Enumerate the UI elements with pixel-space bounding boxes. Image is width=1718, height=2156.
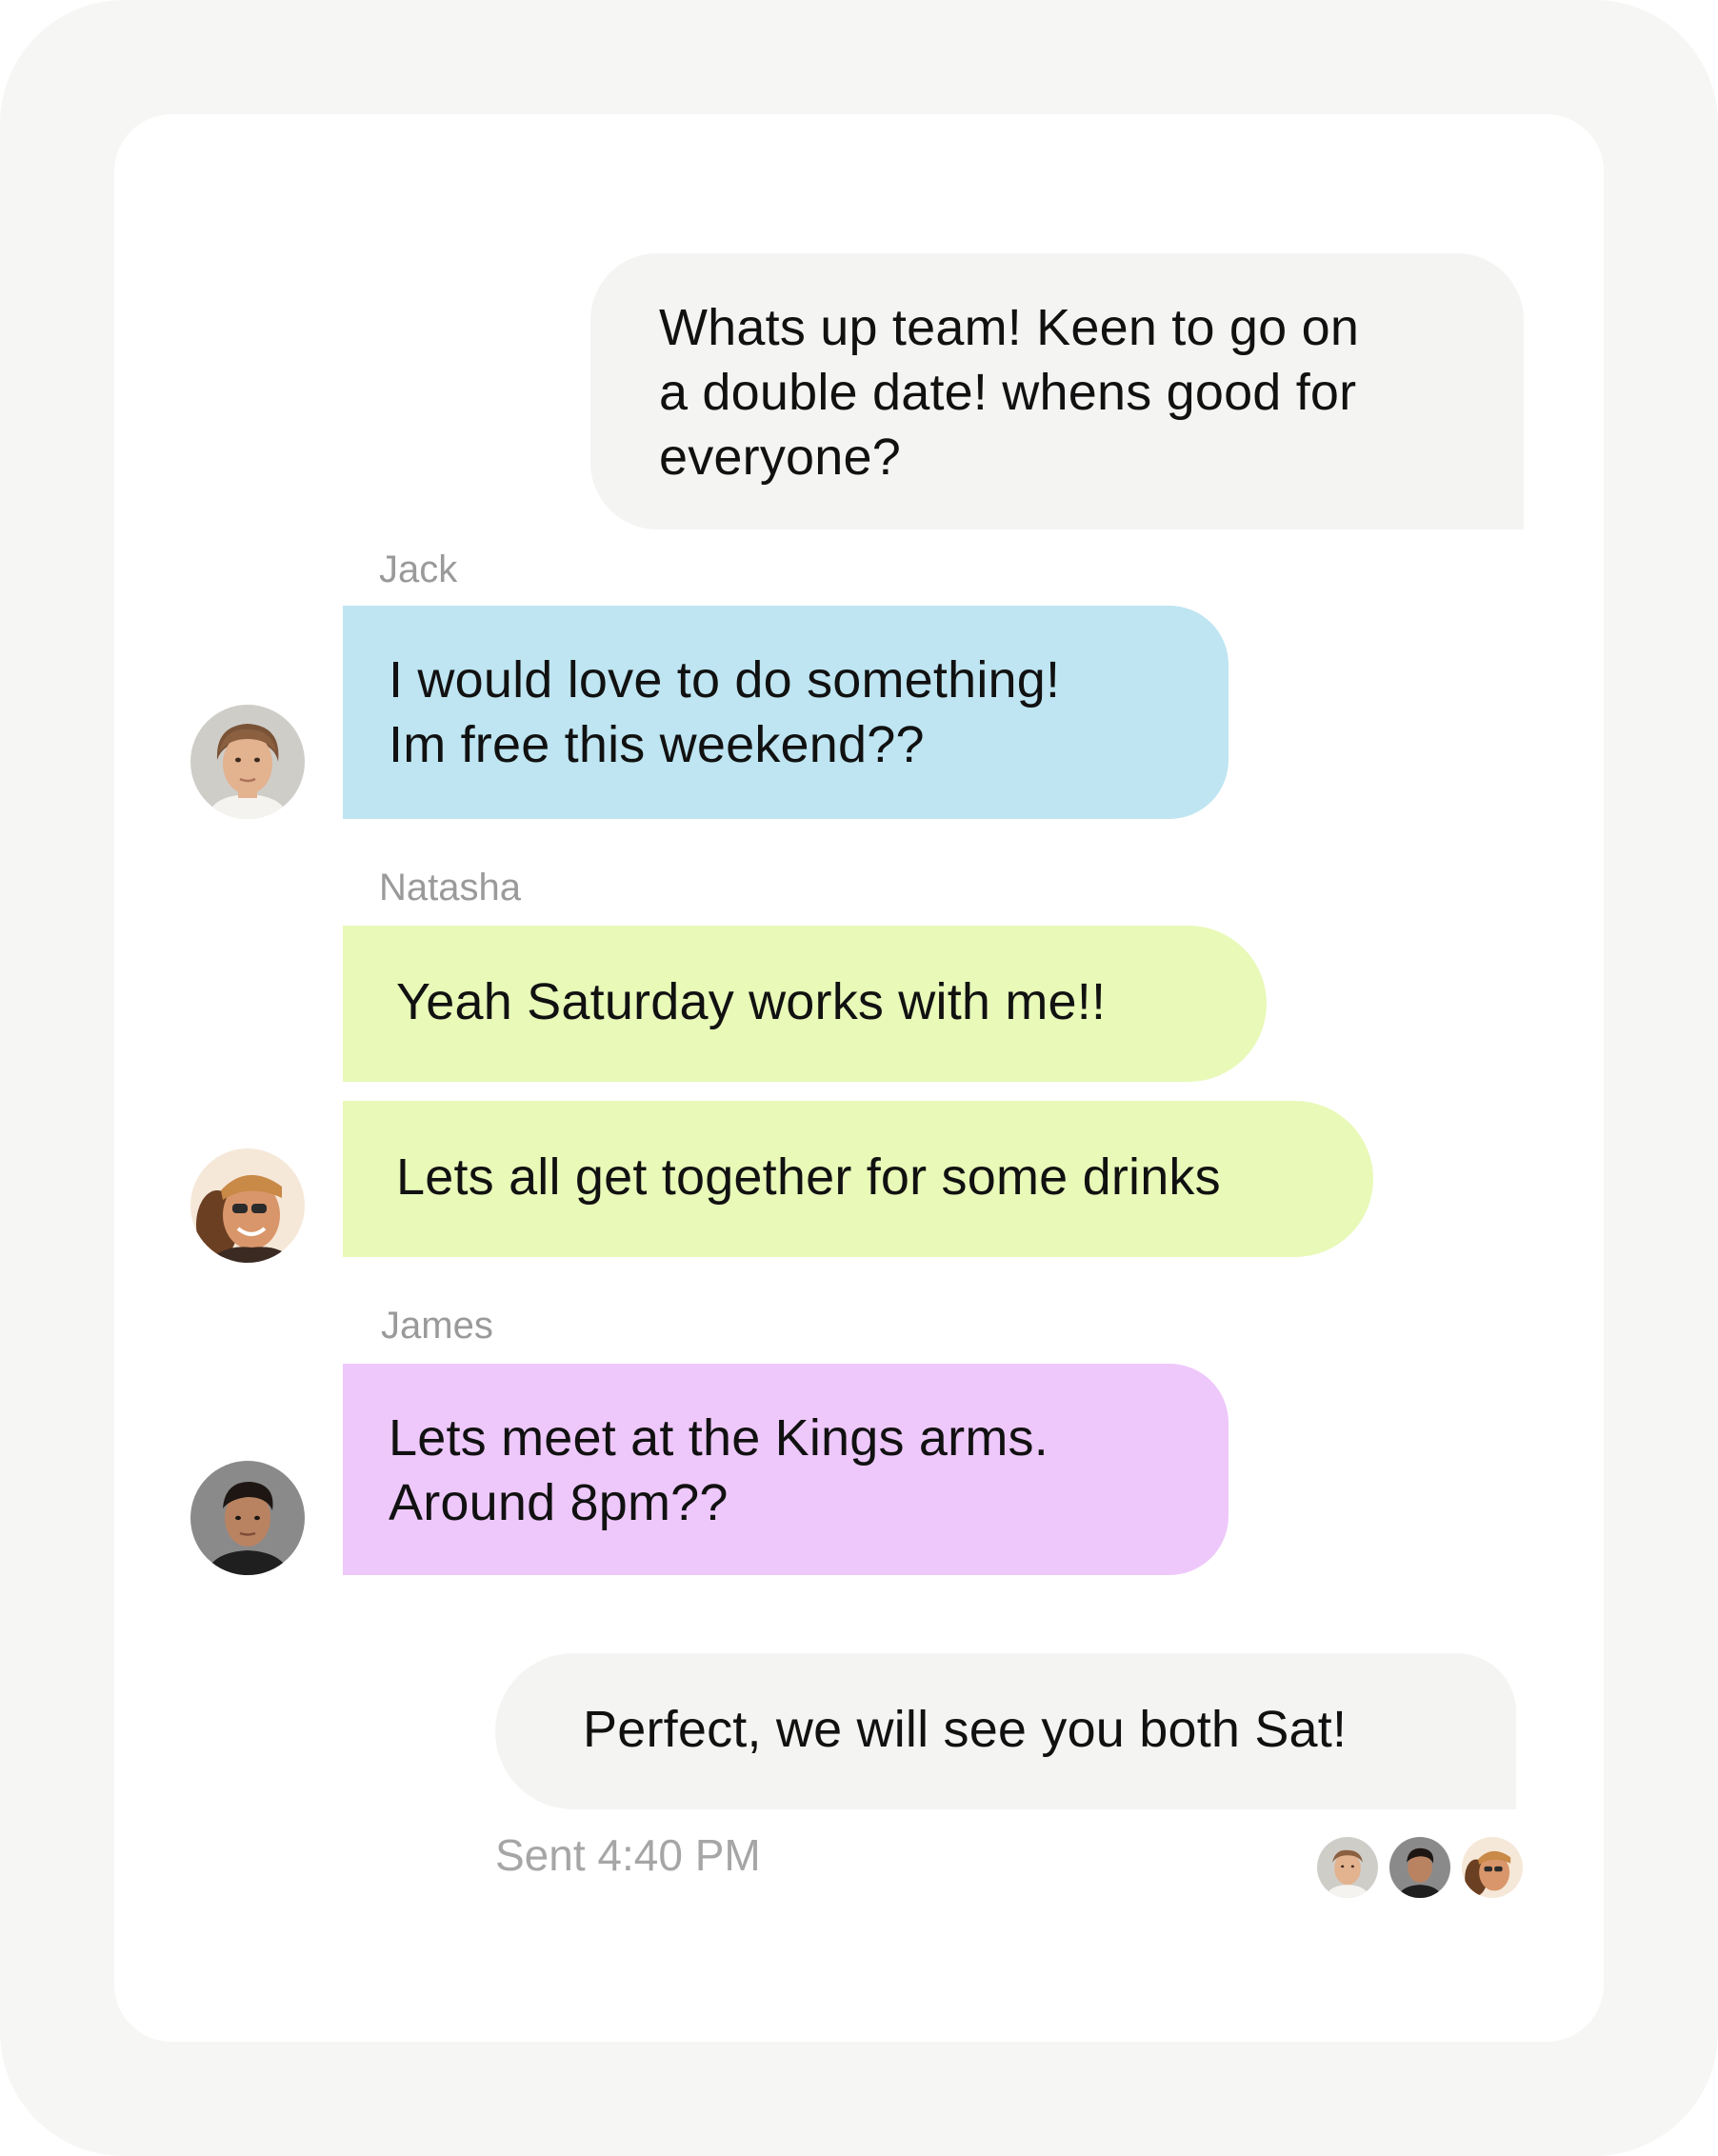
- message-text: Yeah Saturday works with me!!: [396, 973, 1107, 1030]
- jack-avatar-icon[interactable]: [190, 705, 305, 819]
- natasha-avatar-icon[interactable]: [190, 1148, 305, 1263]
- message-text: Lets all get together for some drinks: [396, 1148, 1221, 1206]
- james-avatar-icon: [1387, 1834, 1453, 1901]
- message-text: Perfect, we will see you both Sat!: [583, 1701, 1348, 1758]
- natasha-avatar-icon: [1459, 1834, 1526, 1901]
- message-bubble-natasha[interactable]: Yeah Saturday works with me!!: [343, 926, 1267, 1082]
- message-bubble-outgoing[interactable]: Perfect, we will see you both Sat!: [495, 1653, 1516, 1809]
- chat-screen: Whats up team! Keen to go on a double da…: [114, 114, 1604, 2042]
- james-avatar-icon[interactable]: [190, 1461, 305, 1575]
- sender-name-jack: Jack: [379, 549, 458, 590]
- message-bubble-jack[interactable]: I would love to do something! Im free th…: [343, 606, 1229, 819]
- message-text: Lets meet at the Kings arms. Around 8pm?…: [389, 1409, 1049, 1531]
- message-text: Whats up team! Keen to go on a double da…: [659, 299, 1360, 486]
- sender-name-james: James: [381, 1305, 493, 1347]
- sent-status: Sent 4:40 PM: [495, 1830, 761, 1880]
- message-bubble-james[interactable]: Lets meet at the Kings arms. Around 8pm?…: [343, 1364, 1229, 1575]
- sender-name-natasha: Natasha: [379, 867, 521, 908]
- jack-avatar-icon: [1314, 1834, 1381, 1901]
- phone-frame: Whats up team! Keen to go on a double da…: [0, 0, 1718, 2156]
- message-bubble-natasha[interactable]: Lets all get together for some drinks: [343, 1101, 1373, 1257]
- message-bubble-outgoing[interactable]: Whats up team! Keen to go on a double da…: [590, 253, 1524, 529]
- message-text: I would love to do something! Im free th…: [389, 651, 1061, 773]
